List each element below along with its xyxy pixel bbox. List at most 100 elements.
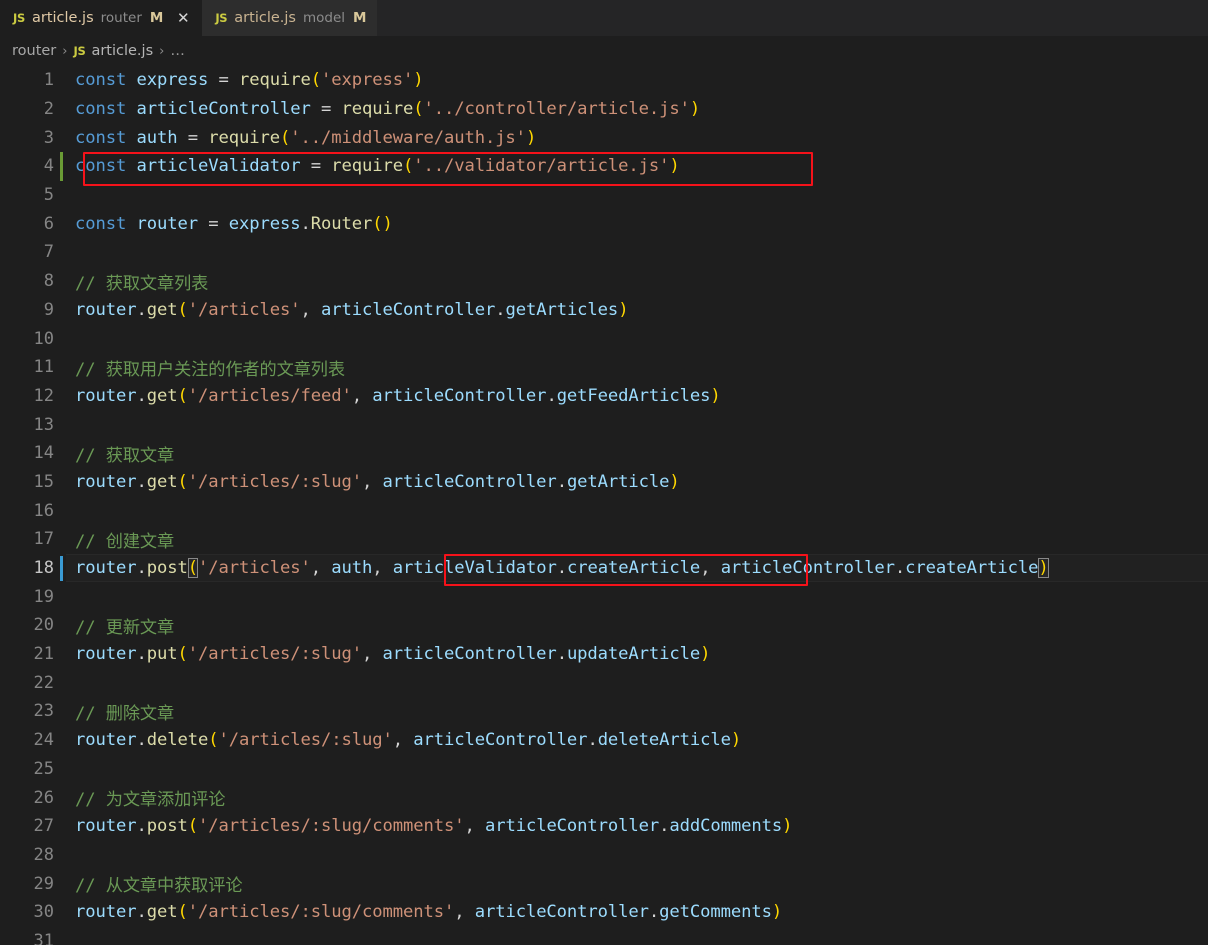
gutter-blank bbox=[56, 783, 66, 812]
tab-title: article.js bbox=[31, 10, 94, 26]
code-line[interactable]: 4 const articleValidator = require('../va… bbox=[0, 152, 1208, 181]
code-line[interactable]: 31 bbox=[0, 927, 1208, 945]
code-text[interactable]: const articleValidator = require('../val… bbox=[66, 156, 1208, 176]
code-token: ( bbox=[310, 70, 321, 91]
code-line[interactable]: 30 router.get('/articles/:slug/comments',… bbox=[0, 898, 1208, 927]
gutter-blank bbox=[56, 324, 66, 353]
breadcrumb-item-symbol[interactable]: … bbox=[170, 43, 185, 59]
code-text[interactable]: const auth = require('../middleware/auth… bbox=[66, 128, 1208, 148]
code-line[interactable]: 27 router.post('/articles/:slug/comments'… bbox=[0, 812, 1208, 841]
code-line[interactable]: 25 bbox=[0, 755, 1208, 784]
code-line[interactable]: 18 router.post('/articles', auth, article… bbox=[0, 553, 1208, 583]
tab-close-icon[interactable]: ✕ bbox=[175, 10, 191, 26]
breadcrumb-item-folder[interactable]: router bbox=[12, 43, 56, 59]
code-text[interactable]: // 为文章添加评论 bbox=[66, 785, 1208, 810]
code-token: = bbox=[208, 213, 219, 234]
gutter-blank bbox=[56, 468, 66, 497]
code-text[interactable]: const articleController = require('../co… bbox=[66, 99, 1208, 119]
code-text[interactable]: router.get('/articles/:slug/comments', a… bbox=[66, 902, 1208, 922]
tab-modified-badge: M bbox=[353, 10, 367, 26]
code-token: ) bbox=[700, 644, 711, 665]
breadcrumb-item-file[interactable]: article.js bbox=[91, 43, 153, 59]
gutter-blank bbox=[56, 238, 66, 267]
code-line[interactable]: 28 bbox=[0, 841, 1208, 870]
code-text[interactable]: // 获取文章列表 bbox=[66, 269, 1208, 294]
code-text[interactable]: const express = require('express') bbox=[66, 70, 1208, 90]
code-text[interactable]: // 获取用户关注的作者的文章列表 bbox=[66, 355, 1208, 380]
code-text[interactable]: router.post('/articles', auth, articleVa… bbox=[66, 558, 1208, 579]
code-token: . bbox=[136, 730, 147, 751]
code-line[interactable]: 24 router.delete('/articles/:slug', artic… bbox=[0, 726, 1208, 755]
code-token: , bbox=[351, 385, 362, 406]
code-token: articleController bbox=[382, 644, 557, 665]
code-line[interactable]: 3 const auth = require('../middleware/aut… bbox=[0, 123, 1208, 152]
line-number: 31 bbox=[33, 930, 54, 945]
code-token: () bbox=[372, 213, 393, 234]
gutter-blank bbox=[56, 296, 66, 325]
code-text[interactable]: // 获取文章 bbox=[66, 441, 1208, 466]
code-line[interactable]: 10 bbox=[0, 324, 1208, 353]
code-token: ( bbox=[413, 99, 424, 120]
code-line[interactable]: 2 const articleController = require('../c… bbox=[0, 95, 1208, 124]
editor-tab-model[interactable]: JS article.js model M bbox=[202, 0, 378, 36]
line-number: 29 bbox=[33, 873, 54, 894]
code-line[interactable]: 6 const router = express.Router() bbox=[0, 209, 1208, 238]
code-token: router bbox=[75, 385, 137, 406]
code-token: ( bbox=[187, 816, 198, 837]
code-line[interactable]: 29 // 从文章中获取评论 bbox=[0, 869, 1208, 898]
code-text[interactable]: // 创建文章 bbox=[66, 527, 1208, 552]
code-line[interactable]: 19 bbox=[0, 582, 1208, 611]
code-token: ( bbox=[177, 299, 188, 320]
gutter-modified-indicator bbox=[56, 152, 66, 181]
code-token: getFeedArticles bbox=[556, 385, 711, 406]
code-line[interactable]: 12 router.get('/articles/feed', articleCo… bbox=[0, 382, 1208, 411]
code-line[interactable]: 15 router.get('/articles/:slug', articleC… bbox=[0, 468, 1208, 497]
code-token: getArticles bbox=[505, 299, 619, 320]
code-text[interactable]: router.put('/articles/:slug', articleCon… bbox=[66, 644, 1208, 664]
code-token: , bbox=[372, 558, 383, 579]
code-token: require bbox=[238, 70, 311, 91]
code-line[interactable]: 5 bbox=[0, 181, 1208, 210]
code-text[interactable]: router.post('/articles/:slug/comments', … bbox=[66, 816, 1208, 836]
code-line[interactable]: 7 bbox=[0, 238, 1208, 267]
code-text[interactable]: router.get('/articles', articleControlle… bbox=[66, 300, 1208, 320]
code-text[interactable]: router.get('/articles/:slug', articleCon… bbox=[66, 472, 1208, 492]
code-line[interactable]: 8 // 获取文章列表 bbox=[0, 267, 1208, 296]
gutter-blank bbox=[56, 382, 66, 411]
line-number: 4 bbox=[43, 156, 54, 177]
editor-tab-router[interactable]: JS article.js router M ✕ bbox=[0, 0, 203, 36]
code-text[interactable]: // 更新文章 bbox=[66, 613, 1208, 638]
code-line[interactable]: 9 router.get('/articles', articleControll… bbox=[0, 296, 1208, 325]
code-token: '/articles/:slug/comments' bbox=[187, 902, 455, 923]
code-token: ) bbox=[618, 299, 629, 320]
code-line[interactable]: 20 // 更新文章 bbox=[0, 611, 1208, 640]
code-editor[interactable]: 1 const express = require('express') 2 cons… bbox=[0, 66, 1208, 945]
code-token: // 从文章中获取评论 bbox=[75, 876, 243, 897]
tab-description: router bbox=[100, 10, 142, 26]
code-line[interactable]: 1 const express = require('express') bbox=[0, 66, 1208, 95]
code-line[interactable]: 23 // 删除文章 bbox=[0, 697, 1208, 726]
code-text[interactable]: // 删除文章 bbox=[66, 699, 1208, 724]
code-line[interactable]: 11 // 获取用户关注的作者的文章列表 bbox=[0, 353, 1208, 382]
code-token: . bbox=[136, 816, 147, 837]
code-text[interactable]: router.get('/articles/feed', articleCont… bbox=[66, 386, 1208, 406]
code-line[interactable]: 16 bbox=[0, 496, 1208, 525]
code-token: router bbox=[75, 299, 137, 320]
code-line[interactable]: 14 // 获取文章 bbox=[0, 439, 1208, 468]
code-line[interactable]: 17 // 创建文章 bbox=[0, 525, 1208, 554]
gutter-blank bbox=[56, 123, 66, 152]
gutter-blank bbox=[56, 927, 66, 945]
code-line[interactable]: 13 bbox=[0, 410, 1208, 439]
code-token: // 获取文章 bbox=[75, 445, 175, 466]
gutter-blank bbox=[56, 582, 66, 611]
code-text[interactable]: // 从文章中获取评论 bbox=[66, 871, 1208, 896]
code-text[interactable]: router.delete('/articles/:slug', article… bbox=[66, 730, 1208, 750]
code-line[interactable]: 22 bbox=[0, 668, 1208, 697]
code-token: require bbox=[331, 156, 403, 177]
code-line[interactable]: 26 // 为文章添加评论 bbox=[0, 783, 1208, 812]
code-line[interactable]: 21 router.put('/articles/:slug', articleC… bbox=[0, 640, 1208, 669]
code-text[interactable]: const router = express.Router() bbox=[66, 214, 1208, 234]
